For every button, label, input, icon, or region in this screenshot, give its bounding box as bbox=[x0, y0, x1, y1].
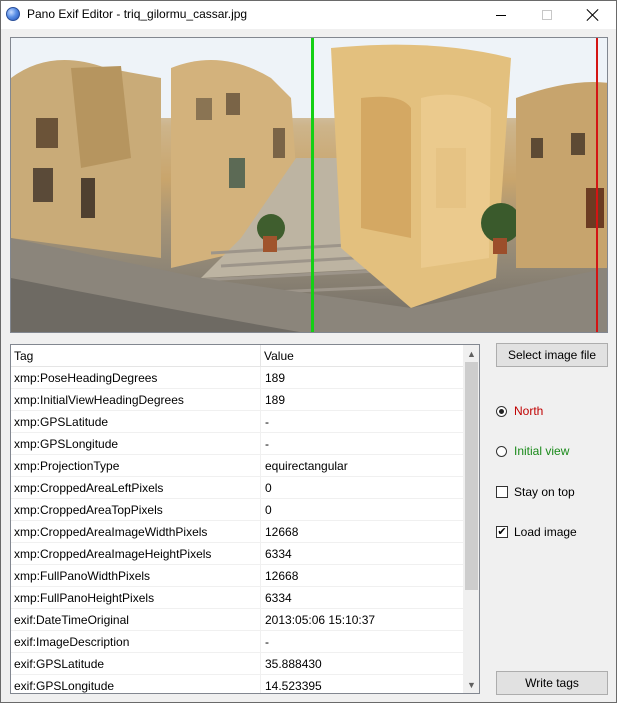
tag-cell[interactable]: xmp:CroppedAreaImageHeightPixels bbox=[11, 543, 261, 565]
table-row[interactable]: xmp:FullPanoWidthPixels 12668 bbox=[11, 565, 463, 587]
initial-view-heading-line[interactable] bbox=[596, 38, 598, 332]
panorama-preview[interactable] bbox=[10, 37, 608, 333]
tag-cell[interactable]: xmp:InitialViewHeadingDegrees bbox=[11, 389, 261, 411]
window-title: Pano Exif Editor - triq_gilormu_cassar.j… bbox=[27, 7, 248, 21]
north-heading-line[interactable] bbox=[311, 38, 314, 332]
write-tags-button[interactable]: Write tags bbox=[496, 671, 608, 695]
table-row[interactable]: exif:DateTimeOriginal 2013:05:06 15:10:37 bbox=[11, 609, 463, 631]
globe-icon bbox=[6, 7, 20, 21]
load-image-box[interactable]: ✔ bbox=[496, 526, 508, 538]
table-body: xmp:PoseHeadingDegrees 189 xmp:InitialView… bbox=[11, 367, 463, 693]
value-cell[interactable]: 0 bbox=[261, 477, 463, 499]
scroll-up-arrow-icon[interactable]: ▲ bbox=[463, 345, 479, 362]
tag-cell[interactable]: xmp:GPSLatitude bbox=[11, 411, 261, 433]
stay-on-top-label: Stay on top bbox=[514, 485, 575, 499]
maximize-icon bbox=[542, 10, 552, 20]
select-image-file-button[interactable]: Select image file bbox=[496, 343, 608, 367]
value-cell[interactable]: equirectangular bbox=[261, 455, 463, 477]
value-cell[interactable]: 189 bbox=[261, 389, 463, 411]
tag-cell[interactable]: xmp:CroppedAreaLeftPixels bbox=[11, 477, 261, 499]
value-cell[interactable]: 6334 bbox=[261, 587, 463, 609]
value-cell[interactable]: 12668 bbox=[261, 565, 463, 587]
tag-cell[interactable]: xmp:PoseHeadingDegrees bbox=[11, 367, 261, 389]
column-header-tag[interactable]: Tag bbox=[11, 345, 261, 367]
close-button[interactable] bbox=[570, 1, 616, 29]
table-row[interactable]: xmp:ProjectionType equirectangular bbox=[11, 455, 463, 477]
stay-on-top-checkbox[interactable]: Stay on top bbox=[496, 484, 606, 500]
load-image-checkbox[interactable]: ✔ Load image bbox=[496, 524, 606, 540]
tag-cell[interactable]: exif:GPSLatitude bbox=[11, 653, 261, 675]
scrollbar-thumb[interactable] bbox=[465, 362, 478, 590]
tag-cell[interactable]: xmp:FullPanoHeightPixels bbox=[11, 587, 261, 609]
value-cell[interactable]: 0 bbox=[261, 499, 463, 521]
column-header-value[interactable]: Value bbox=[261, 345, 463, 367]
initial-view-radio-label: Initial view bbox=[514, 444, 570, 458]
exif-tag-table[interactable]: Tag Value xmp:PoseHeadingDegrees 189 xmp:I… bbox=[10, 344, 480, 694]
tag-cell[interactable]: xmp:CroppedAreaImageWidthPixels bbox=[11, 521, 261, 543]
table-row[interactable]: xmp:CroppedAreaLeftPixels 0 bbox=[11, 477, 463, 499]
table-row[interactable]: xmp:CroppedAreaTopPixels 0 bbox=[11, 499, 463, 521]
app-window: Pano Exif Editor - triq_gilormu_cassar.j… bbox=[0, 0, 617, 703]
value-cell[interactable]: - bbox=[261, 411, 463, 433]
table-row[interactable]: xmp:PoseHeadingDegrees 189 bbox=[11, 367, 463, 389]
initial-view-radio[interactable]: Initial view bbox=[496, 443, 596, 459]
tag-cell[interactable]: xmp:FullPanoWidthPixels bbox=[11, 565, 261, 587]
value-cell[interactable]: - bbox=[261, 433, 463, 455]
minimize-button[interactable] bbox=[478, 1, 524, 29]
value-cell[interactable]: 12668 bbox=[261, 521, 463, 543]
minimize-icon bbox=[496, 15, 506, 16]
tag-cell[interactable]: exif:DateTimeOriginal bbox=[11, 609, 261, 631]
tag-cell[interactable]: exif:GPSLongitude bbox=[11, 675, 261, 693]
scroll-down-arrow-icon[interactable]: ▼ bbox=[463, 676, 479, 693]
table-row[interactable]: xmp:GPSLatitude - bbox=[11, 411, 463, 433]
table-header: Tag Value bbox=[11, 345, 463, 367]
table-row[interactable]: xmp:FullPanoHeightPixels 6334 bbox=[11, 587, 463, 609]
title-bar[interactable]: Pano Exif Editor - triq_gilormu_cassar.j… bbox=[1, 1, 616, 29]
table-row[interactable]: xmp:CroppedAreaImageHeightPixels 6334 bbox=[11, 543, 463, 565]
value-cell[interactable]: 189 bbox=[261, 367, 463, 389]
initial-view-radio-indicator[interactable] bbox=[496, 445, 507, 457]
tag-cell[interactable]: xmp:ProjectionType bbox=[11, 455, 261, 477]
maximize-button bbox=[524, 1, 570, 29]
table-row[interactable]: xmp:GPSLongitude - bbox=[11, 433, 463, 455]
table-row[interactable]: xmp:CroppedAreaImageWidthPixels 12668 bbox=[11, 521, 463, 543]
value-cell[interactable]: - bbox=[261, 631, 463, 653]
tag-cell[interactable]: xmp:CroppedAreaTopPixels bbox=[11, 499, 261, 521]
load-image-label: Load image bbox=[514, 525, 577, 539]
table-row[interactable]: exif:GPSLatitude 35.888430 bbox=[11, 653, 463, 675]
north-radio[interactable]: North bbox=[496, 403, 596, 419]
value-cell[interactable]: 35.888430 bbox=[261, 653, 463, 675]
value-cell[interactable]: 6334 bbox=[261, 543, 463, 565]
value-cell[interactable]: 2013:05:06 15:10:37 bbox=[261, 609, 463, 631]
value-cell[interactable]: 14.523395 bbox=[261, 675, 463, 693]
tag-cell[interactable]: xmp:GPSLongitude bbox=[11, 433, 261, 455]
tag-cell[interactable]: exif:ImageDescription bbox=[11, 631, 261, 653]
vertical-scrollbar[interactable]: ▲ ▼ bbox=[463, 345, 479, 693]
panorama-image bbox=[11, 38, 607, 332]
table-row[interactable]: exif:GPSLongitude 14.523395 bbox=[11, 675, 463, 693]
table-row[interactable]: xmp:InitialViewHeadingDegrees 189 bbox=[11, 389, 463, 411]
stay-on-top-box[interactable] bbox=[496, 486, 508, 498]
table-row[interactable]: exif:ImageDescription - bbox=[11, 631, 463, 653]
north-radio-label: North bbox=[514, 404, 544, 418]
north-radio-indicator[interactable] bbox=[496, 405, 507, 417]
close-icon bbox=[587, 9, 599, 21]
